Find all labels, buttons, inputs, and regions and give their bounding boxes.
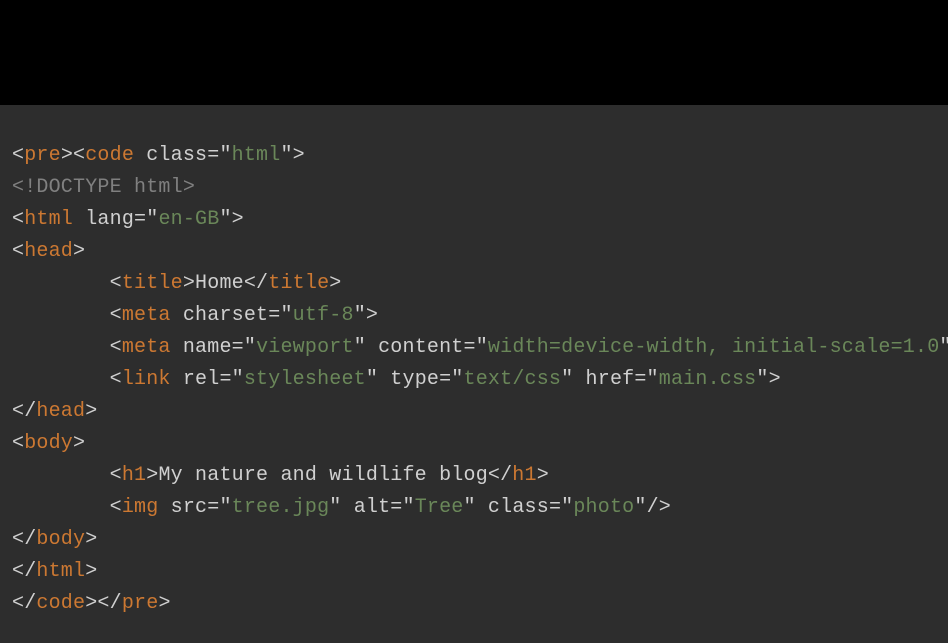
- code-line: <img src="tree.jpg" alt="Tree" class="ph…: [12, 496, 671, 519]
- code-line: <meta charset="utf-8">: [12, 304, 378, 327]
- code-line: <html lang="en-GB">: [12, 208, 244, 231]
- code-editor[interactable]: <pre><code class="html"> <!DOCTYPE html>…: [0, 105, 948, 643]
- code-line: <!DOCTYPE html>: [12, 176, 195, 199]
- code-line: <head>: [12, 240, 85, 263]
- code-line: </code></pre>: [12, 592, 171, 615]
- code-line: <title>Home</title>: [12, 272, 341, 295]
- code-line: <link rel="stylesheet" type="text/css" h…: [12, 368, 781, 391]
- code-line: </html>: [12, 560, 97, 583]
- code-line: <pre><code class="html">: [12, 144, 305, 167]
- code-line: <meta name="viewport" content="width=dev…: [12, 336, 948, 359]
- title-bar: [0, 0, 948, 105]
- code-line: <h1>My nature and wildlife blog</h1>: [12, 464, 549, 487]
- code-line: <body>: [12, 432, 85, 455]
- code-line: </body>: [12, 528, 97, 551]
- code-line: </head>: [12, 400, 97, 423]
